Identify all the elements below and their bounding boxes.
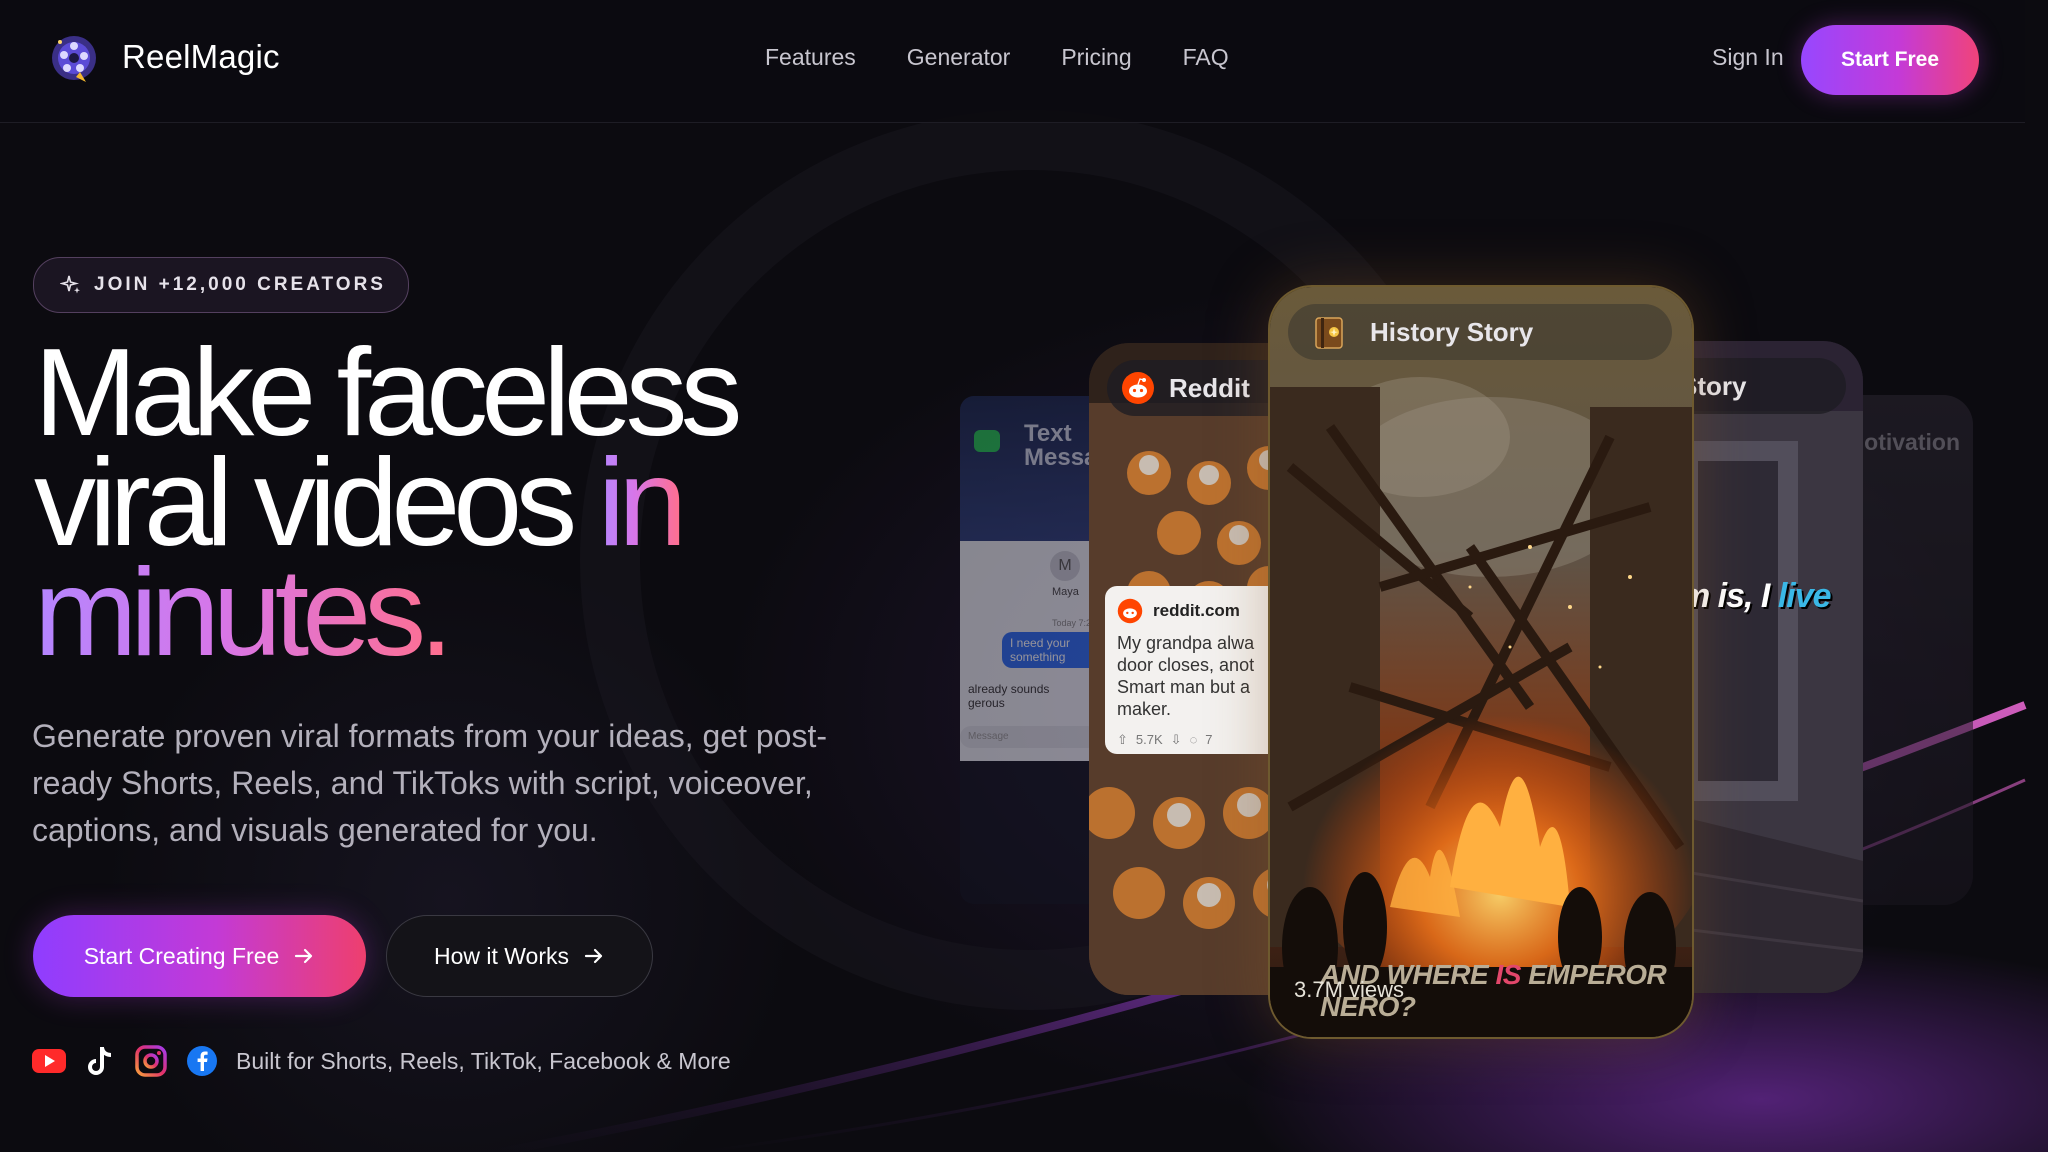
message-input: Message — [960, 726, 1098, 748]
incoming-message: already sounds gerous — [968, 682, 1050, 710]
instagram-icon — [134, 1044, 168, 1078]
caption-highlight: IS — [1495, 959, 1521, 990]
sparkle-icon — [60, 275, 80, 294]
nav-link-pricing[interactable]: Pricing — [1061, 44, 1131, 71]
story-caption-highlight: live — [1777, 577, 1832, 615]
sign-in-link[interactable]: Sign In — [1712, 44, 1784, 71]
downvote-icon: ⇩ — [1170, 732, 1182, 747]
arrow-right-icon — [584, 948, 603, 964]
reddit-site: reddit.com — [1153, 601, 1240, 620]
how-it-works-button[interactable]: How it Works — [386, 915, 653, 997]
headline-accent-in: in — [597, 434, 687, 572]
platform-row: Built for Shorts, Reels, TikTok, Faceboo… — [32, 1044, 731, 1078]
youtube-icon — [32, 1044, 66, 1078]
reddit-post-stats: ⇧ 5.7K ⇩ ◌ 7 — [1117, 732, 1213, 748]
reddit-title: Reddit — [1169, 372, 1250, 403]
facebook-icon — [185, 1044, 219, 1078]
arrow-right-icon — [295, 948, 313, 964]
comment-icon: ◌ — [1189, 732, 1198, 747]
badge-text: JOIN +12,000 CREATORS — [94, 274, 386, 295]
tiktok-icon — [83, 1044, 117, 1078]
start-creating-button[interactable]: Start Creating Free — [33, 915, 366, 997]
history-pill: History Story — [1288, 304, 1672, 360]
story-caption: m is, I live — [1680, 577, 1832, 616]
nav-link-features[interactable]: Features — [765, 44, 856, 71]
headline-accent-minutes: minutes. — [34, 544, 454, 682]
upvote-icon: ⇧ — [1117, 732, 1128, 747]
nav-link-generator[interactable]: Generator — [907, 44, 1011, 71]
reelmagic-logo[interactable] — [48, 32, 100, 84]
book-icon — [1315, 317, 1343, 349]
view-count: 3.7M views — [1294, 977, 1405, 1002]
reddit-post-text: My grandpa alwa door closes, anot Smart … — [1117, 633, 1255, 719]
hero-subtitle: Generate proven viral formats from your … — [32, 718, 828, 848]
brand-name[interactable]: ReelMagic — [122, 38, 280, 76]
reddit-icon — [1122, 372, 1154, 404]
start-creating-label: Start Creating Free — [83, 942, 280, 969]
history-story-card[interactable]: History Story AND WHERE IS EMPEROR NERO?… — [1268, 285, 1694, 1039]
platforms-text: Built for Shorts, Reels, TikTok, Faceboo… — [236, 1047, 731, 1074]
hero-headline: Make faceless viral videos in minutes. — [34, 331, 743, 675]
nav-links: Features Generator Pricing FAQ — [765, 44, 1229, 71]
nav-link-faq[interactable]: FAQ — [1183, 44, 1229, 71]
start-free-button[interactable]: Start Free — [1801, 25, 1979, 95]
creators-badge: JOIN +12,000 CREATORS — [33, 257, 409, 313]
messages-icon — [974, 430, 1000, 452]
contact-avatar: M — [1050, 551, 1080, 581]
history-title: History Story — [1370, 316, 1534, 347]
contact-name: Maya — [1052, 586, 1079, 598]
history-fire-scene — [1270, 287, 1692, 1037]
comment-count: 7 — [1205, 732, 1213, 747]
upvote-count: 5.7K — [1135, 732, 1163, 747]
reddit-icon — [1117, 598, 1143, 624]
how-it-works-label: How it Works — [433, 942, 570, 969]
top-navbar: ReelMagic Features Generator Pricing FAQ… — [0, 0, 2025, 123]
